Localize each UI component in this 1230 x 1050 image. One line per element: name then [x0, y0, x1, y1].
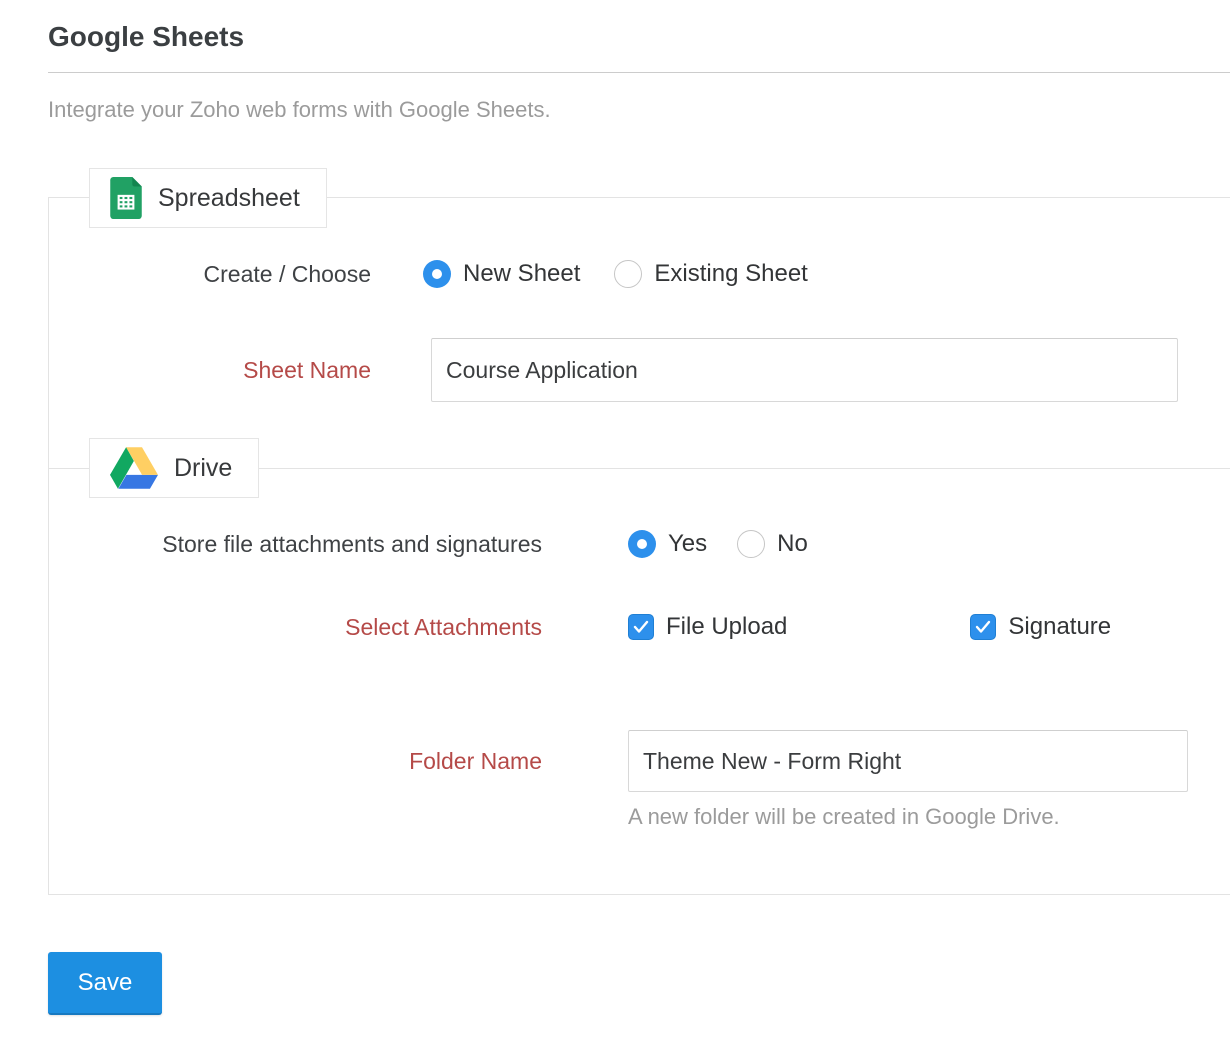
attachments-checkbox-group: File Upload Signature: [628, 613, 1111, 641]
google-drive-icon: [110, 447, 158, 489]
select-attachments-label: Select Attachments: [49, 614, 542, 641]
store-attachments-radio-group: Yes No: [628, 530, 808, 558]
title-divider: [48, 72, 1230, 73]
radio-option-no[interactable]: No: [737, 530, 808, 558]
drive-legend-label: Drive: [174, 454, 232, 483]
page-title: Google Sheets: [0, 0, 1230, 54]
folder-helper-text: A new folder will be created in Google D…: [628, 804, 1060, 830]
checkbox-option-signature[interactable]: Signature: [970, 613, 1111, 641]
signature-checkbox[interactable]: [970, 614, 996, 640]
google-sheets-integration-page: Google Sheets Integrate your Zoho web fo…: [0, 0, 1230, 1050]
folder-name-label: Folder Name: [49, 748, 542, 775]
save-button[interactable]: Save: [48, 952, 162, 1015]
spreadsheet-legend-label: Spreadsheet: [158, 184, 300, 213]
sheet-name-input[interactable]: [431, 338, 1178, 402]
select-attachments-row: Select Attachments File Upload: [49, 612, 1230, 642]
existing-sheet-radio-label: Existing Sheet: [654, 260, 807, 288]
store-attachments-label: Store file attachments and signatures: [49, 531, 542, 558]
no-radio[interactable]: [737, 530, 765, 558]
file-upload-checkbox[interactable]: [628, 614, 654, 640]
radio-option-yes[interactable]: Yes: [628, 530, 707, 558]
checkbox-option-file-upload[interactable]: File Upload: [628, 613, 787, 641]
yes-radio[interactable]: [628, 530, 656, 558]
check-icon: [633, 620, 649, 634]
new-sheet-radio[interactable]: [423, 260, 451, 288]
spreadsheet-section-legend: Spreadsheet: [89, 168, 327, 228]
create-choose-radio-group: New Sheet Existing Sheet: [423, 260, 808, 288]
create-choose-label: Create / Choose: [49, 261, 371, 288]
file-upload-checkbox-label: File Upload: [666, 613, 787, 641]
folder-name-row: Folder Name: [49, 730, 1230, 792]
radio-option-existing-sheet[interactable]: Existing Sheet: [614, 260, 807, 288]
no-radio-label: No: [777, 530, 808, 558]
page-subtitle: Integrate your Zoho web forms with Googl…: [48, 97, 1230, 123]
folder-name-input[interactable]: [628, 730, 1188, 792]
radio-option-new-sheet[interactable]: New Sheet: [423, 260, 580, 288]
sheet-name-label: Sheet Name: [49, 357, 371, 384]
integration-settings-panel: Spreadsheet Create / Choose New Sheet Ex…: [48, 197, 1230, 895]
create-choose-row: Create / Choose New Sheet Existing Sheet: [49, 256, 1230, 292]
yes-radio-label: Yes: [668, 530, 707, 558]
store-attachments-row: Store file attachments and signatures Ye…: [49, 526, 1230, 562]
google-sheets-icon: [110, 177, 142, 219]
new-sheet-radio-label: New Sheet: [463, 260, 580, 288]
drive-section-legend: Drive: [89, 438, 259, 498]
existing-sheet-radio[interactable]: [614, 260, 642, 288]
signature-checkbox-label: Signature: [1008, 613, 1111, 641]
check-icon: [975, 620, 991, 634]
sheet-name-row: Sheet Name: [49, 338, 1230, 402]
